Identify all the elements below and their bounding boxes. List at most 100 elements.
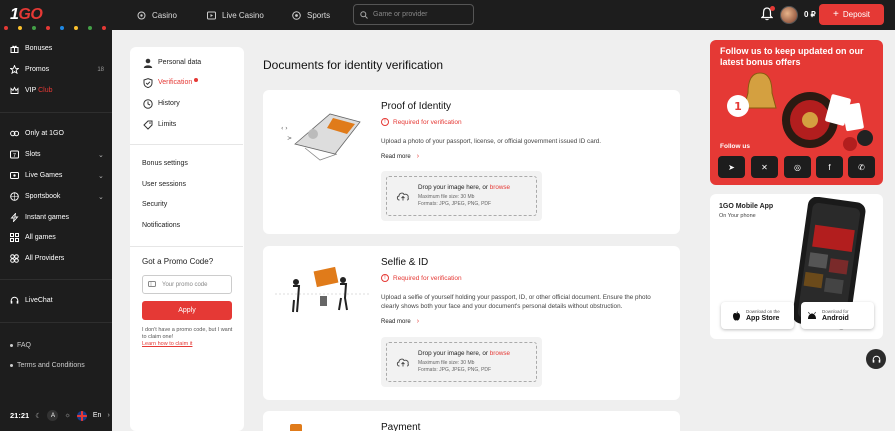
follow-us-label: Follow us: [720, 143, 750, 150]
section-description: Upload a photo of your passport, license…: [381, 138, 602, 145]
avatar[interactable]: [780, 6, 798, 24]
nav-casino-label: Casino: [152, 10, 177, 20]
read-more-link[interactable]: Read more ›: [381, 153, 419, 160]
theme-auto-button[interactable]: A: [47, 410, 59, 421]
promo-placeholder: Your promo code: [162, 281, 208, 288]
payment-illustration: [290, 424, 302, 431]
sidebar-item-all-providers[interactable]: All Providers: [10, 254, 104, 263]
headset-icon: [872, 355, 880, 363]
divider: [130, 246, 243, 247]
language-label[interactable]: En: [93, 412, 102, 419]
deposit-button[interactable]: + Deposit: [819, 4, 884, 25]
headset-icon: [10, 296, 19, 305]
sun-icon[interactable]: ☼: [64, 412, 70, 419]
menu-item-limits[interactable]: Limits: [143, 120, 176, 130]
menu-item-verification[interactable]: Verification: [143, 77, 202, 89]
clock-icon: [143, 99, 153, 109]
sidebar-item-vip[interactable]: VIP Club: [10, 86, 104, 95]
sidebar-item-instant-games[interactable]: Instant games: [10, 211, 104, 224]
clock-time: 21:21: [10, 411, 30, 420]
svg-text:7: 7: [13, 153, 16, 159]
promos-count: 18: [97, 66, 104, 73]
menu-item-history[interactable]: History: [143, 99, 180, 109]
section-title: Proof of Identity: [381, 101, 452, 112]
nav-casino[interactable]: Casino: [137, 0, 177, 30]
sidebar-item-slots[interactable]: 7 Slots ⌄: [10, 150, 104, 159]
shield-check-icon: [143, 78, 153, 89]
section-title: Payment: [381, 422, 421, 431]
instagram-icon[interactable]: ◎: [784, 156, 811, 178]
browse-link[interactable]: browse: [490, 350, 510, 357]
promo-title: Got a Promo Code?: [142, 257, 214, 266]
moon-icon[interactable]: ☾: [35, 412, 41, 420]
nav-live-casino-label: Live Casino: [222, 10, 264, 20]
chevron-right-icon: ›: [107, 412, 110, 419]
deposit-label: Deposit: [842, 10, 870, 19]
required-status: ! Required for verification: [381, 274, 462, 282]
sidebar-footer: 21:21 ☾ A ☼ En ›: [0, 400, 112, 431]
plus-icon: +: [833, 9, 839, 20]
menu-item-personal-data[interactable]: Personal data: [143, 58, 201, 68]
notifications-bell-icon[interactable]: [760, 6, 775, 21]
1go-logo-icon: [10, 129, 20, 138]
chat-support-button[interactable]: [866, 349, 886, 369]
promo-code-input[interactable]: Your promo code: [142, 275, 232, 294]
uk-flag-icon[interactable]: [76, 410, 87, 421]
browse-link[interactable]: browse: [490, 184, 510, 191]
menu-item-bonus-settings[interactable]: Bonus settings: [142, 160, 188, 167]
sidebar: Bonuses Promos 18 VIP Club Only at 1GO 7…: [0, 30, 112, 431]
live-games-icon: [10, 171, 19, 180]
search-input[interactable]: Game or provider: [353, 4, 474, 25]
menu-item-security[interactable]: Security: [142, 201, 167, 208]
android-download-button[interactable]: Download for Android: [801, 302, 874, 329]
follow-us-banner[interactable]: Follow us to keep updated on our latest …: [710, 40, 883, 185]
apply-button[interactable]: Apply: [142, 301, 232, 320]
svg-text:>: >: [287, 135, 292, 142]
chevron-right-icon: ›: [416, 153, 420, 160]
logo[interactable]: 1GO: [10, 6, 43, 24]
divider: [0, 322, 112, 323]
lightning-icon: [10, 211, 19, 224]
sportsbook-icon: [10, 192, 19, 201]
upload-cloud-icon: [396, 358, 409, 367]
verification-alert-dot: [194, 77, 199, 82]
learn-how-link[interactable]: Learn how to claim it: [142, 341, 234, 348]
sidebar-item-all-games[interactable]: All games: [10, 233, 104, 242]
crown-icon: [10, 86, 19, 95]
menu-item-user-sessions[interactable]: User sessions: [142, 181, 186, 188]
balance: 0 ₽: [804, 10, 816, 19]
file-dropzone[interactable]: Drop your image here, or browse Maximum …: [381, 171, 542, 221]
file-dropzone[interactable]: Drop your image here, or browse Maximum …: [381, 337, 542, 387]
x-icon[interactable]: ✕: [751, 156, 778, 178]
nav-sports-label: Sports: [307, 10, 331, 20]
telegram-icon[interactable]: ➤: [718, 156, 745, 178]
sidebar-item-livechat[interactable]: LiveChat: [10, 296, 104, 305]
ticket-icon: [148, 280, 156, 290]
facebook-icon[interactable]: f: [816, 156, 843, 178]
user-icon: [143, 58, 153, 68]
id-card-illustration: ‹ › >: [275, 104, 370, 166]
menu-item-notifications[interactable]: Notifications: [142, 222, 180, 229]
app-store-button[interactable]: Download on the App Store: [721, 302, 794, 329]
sidebar-item-only-at-1go[interactable]: Only at 1GO: [10, 129, 104, 138]
sidebar-link-terms[interactable]: Terms and Conditions: [10, 362, 85, 369]
sidebar-item-live-games[interactable]: Live Games ⌄: [10, 171, 104, 180]
sidebar-link-faq[interactable]: FAQ: [10, 342, 31, 349]
sidebar-item-promos[interactable]: Promos 18: [9, 64, 104, 75]
read-more-link[interactable]: Read more ›: [381, 318, 419, 325]
apple-icon: [733, 310, 740, 320]
search-icon: [360, 10, 368, 19]
section-title: Selfie & ID: [381, 257, 429, 268]
alert-icon: !: [381, 274, 389, 282]
sidebar-item-bonuses[interactable]: Bonuses: [10, 44, 104, 53]
whatsapp-icon[interactable]: ✆: [848, 156, 875, 178]
nav-sports[interactable]: Sports: [292, 0, 330, 30]
sidebar-item-sportsbook[interactable]: Sportsbook ⌄: [10, 192, 104, 201]
divider: [0, 279, 112, 280]
grid-icon: [10, 233, 19, 242]
live-casino-icon: [207, 11, 216, 20]
nav-live-casino[interactable]: Live Casino: [207, 0, 264, 30]
page-title: Documents for identity verification: [263, 58, 444, 72]
required-status: ! Required for verification: [381, 118, 462, 126]
casino-artwork: 1: [727, 72, 873, 151]
